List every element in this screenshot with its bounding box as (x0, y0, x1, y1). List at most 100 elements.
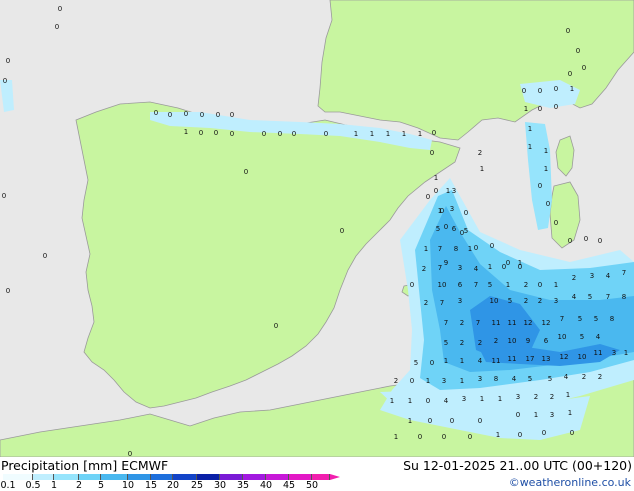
precip-value-label: 0 (184, 110, 188, 118)
precip-value-label: 1 (544, 147, 548, 155)
precip-value-label: 10 (490, 297, 499, 305)
precip-value-label: 0 (502, 263, 506, 271)
precip-value-label: 4 (572, 293, 577, 301)
precip-value-label: 1 (554, 281, 558, 289)
precip-value-label: 1 (568, 409, 572, 417)
precip-value-label: 0 (566, 27, 570, 35)
precip-value-label: 2 (534, 393, 538, 401)
precip-value-label: 0 (262, 130, 266, 138)
precip-value-label: 0 (214, 129, 218, 137)
precip-value-label: 1 (354, 130, 358, 138)
precip-value-label: 2 (524, 281, 528, 289)
precipitation-map: 0000000000000100000001111100000000000001… (0, 0, 634, 457)
precip-value-label: 4 (478, 357, 483, 365)
precip-value-label: 2 (460, 339, 464, 347)
map-title: Precipitation [mm] ECMWF (1, 458, 168, 473)
precip-value-label: 2 (478, 339, 482, 347)
precip-value-label: 12 (524, 319, 533, 327)
precip-value-label: 11 (508, 355, 517, 363)
precip-value-label: 2 (460, 319, 464, 327)
precip-value-label: 6 (458, 281, 463, 289)
precip-value-label: 5 (414, 359, 418, 367)
precip-value-label: 1 (408, 397, 412, 405)
precip-value-label: 10 (508, 337, 517, 345)
precip-value-label: 0 (568, 70, 572, 78)
precip-value-label: 1 (446, 187, 450, 195)
precip-value-label: 0 (168, 111, 172, 119)
precip-value-label: 0 (199, 129, 203, 137)
precip-value-label: 1 (468, 245, 472, 253)
precip-value-label: 0 (6, 57, 10, 65)
precip-value-label: 11 (492, 357, 501, 365)
precip-value-label: 1 (498, 395, 502, 403)
precip-value-label: 9 (526, 337, 530, 345)
precip-value-label: 3 (458, 297, 462, 305)
precip-value-label: 1 (534, 411, 538, 419)
precip-value-label: 0 (230, 130, 234, 138)
precip-value-label: 11 (492, 319, 501, 327)
precip-value-label: 0 (464, 209, 468, 217)
precip-value-label: 0 (584, 235, 588, 243)
precip-value-label: 3 (450, 205, 454, 213)
precip-value-label: 2 (538, 297, 542, 305)
credit-link[interactable]: ©weatheronline.co.uk (509, 476, 631, 489)
precip-value-label: 1 (480, 395, 484, 403)
run-timestamp: Su 12-01-2025 21..00 UTC (00+120) (403, 458, 632, 473)
precip-value-label: 12 (542, 319, 551, 327)
color-scale-labels: 0.1 0.5 1 2 5 10 15 20 25 30 35 40 45 50 (0, 480, 340, 491)
precip-value-label: 4 (606, 272, 611, 280)
color-scale-tick-label: 5 (97, 480, 105, 491)
precip-value-label: 11 (594, 349, 603, 357)
precip-value-label: 1 (434, 174, 438, 182)
precip-value-label: 5 (488, 281, 492, 289)
precip-value-label: 0 (274, 322, 278, 330)
precip-value-label: 1 (460, 377, 464, 385)
precip-value-label: 0 (518, 431, 522, 439)
precip-value-label: 2 (394, 377, 398, 385)
precip-value-label: 1 (528, 143, 532, 151)
precip-value-label: 2 (598, 373, 602, 381)
precip-value-label: 5 (594, 315, 598, 323)
precip-value-label: 5 (588, 293, 592, 301)
precip-value-label: 6 (452, 225, 457, 233)
precip-value-label: 0 (450, 417, 454, 425)
precip-value-label: 0 (410, 377, 414, 385)
precip-value-label: 0 (58, 5, 62, 13)
precip-value-label: 7 (438, 245, 442, 253)
precip-value-label: 0 (522, 87, 526, 95)
precip-value-label: 8 (494, 375, 498, 383)
precip-value-label: 0 (490, 242, 494, 250)
precip-value-label: 7 (622, 269, 626, 277)
precip-value-label: 0 (230, 111, 234, 119)
precip-value-label: 3 (550, 411, 554, 419)
precip-value-label: 0 (554, 85, 558, 93)
precip-value-label: 2 (424, 299, 428, 307)
precip-value-label: 1 (444, 357, 448, 365)
precip-value-label: 8 (610, 315, 614, 323)
color-scale-tick-label: 25 (190, 480, 204, 491)
color-scale-tick-label: 15 (144, 480, 158, 491)
color-scale-tick-label: 30 (213, 480, 227, 491)
precip-value-label: 0 (444, 223, 448, 231)
precip-value-label: 3 (462, 395, 466, 403)
precip-value-label: 1 (438, 207, 442, 215)
precip-value-label: 0 (244, 168, 248, 176)
precip-value-label: 4 (512, 375, 517, 383)
precip-value-label: 7 (606, 293, 610, 301)
precip-value-label: 0 (216, 111, 220, 119)
precip-value-label: 0 (154, 109, 158, 117)
precip-value-label: 0 (418, 433, 422, 441)
precip-value-label: 5 (436, 225, 440, 233)
precip-value-label: 3 (442, 377, 446, 385)
color-scale-tick-label: 0.1 (0, 480, 16, 491)
precip-value-label: 3 (554, 297, 558, 305)
precip-value-label: 11 (508, 319, 517, 327)
precip-value-label: 1 (424, 245, 428, 253)
precip-value-label: 4 (564, 373, 569, 381)
precip-value-label: 0 (442, 433, 446, 441)
precip-value-label: 0 (434, 187, 438, 195)
precip-value-label: 1 (528, 125, 532, 133)
precip-value-label: 0 (292, 130, 296, 138)
precip-value-label: 7 (560, 315, 564, 323)
color-scale-tick-label: 40 (259, 480, 273, 491)
